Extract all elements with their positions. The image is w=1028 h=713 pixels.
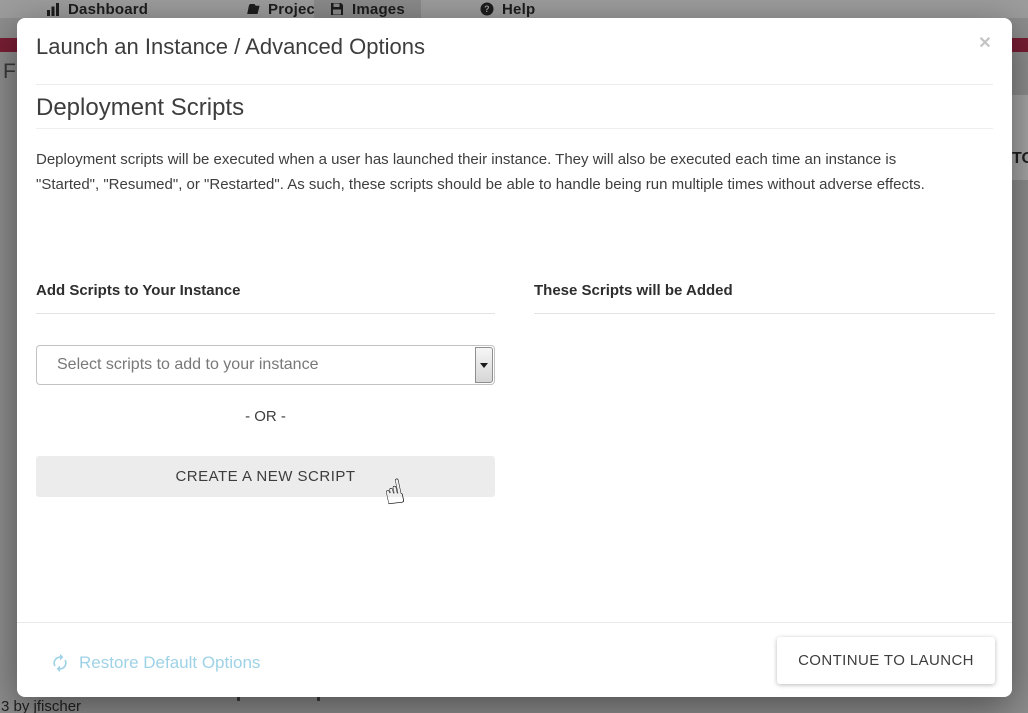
background-partial-text-bottom: 3 by jfischer bbox=[1, 698, 81, 713]
nav-label: Images bbox=[352, 1, 405, 18]
background-partial-text-right: TO bbox=[1012, 150, 1028, 168]
nav-label: Dashboard bbox=[68, 1, 148, 18]
or-separator: - OR - bbox=[36, 408, 495, 425]
top-nav: Dashboard Projects Images ? Help bbox=[0, 0, 1028, 18]
floppy-disk-icon bbox=[330, 2, 344, 16]
nav-item-dashboard[interactable]: Dashboard bbox=[46, 0, 148, 18]
nav-label: Help bbox=[502, 1, 535, 18]
continue-to-launch-button[interactable]: CONTINUE TO LAUNCH bbox=[777, 637, 995, 684]
added-scripts-column-header: These Scripts will be Added bbox=[534, 282, 995, 314]
refresh-icon bbox=[50, 653, 70, 673]
footer-divider bbox=[17, 622, 1012, 623]
bar-chart-icon bbox=[46, 2, 60, 16]
restore-default-options-button[interactable]: Restore Default Options bbox=[50, 650, 260, 676]
create-new-script-button[interactable]: CREATE A NEW SCRIPT bbox=[36, 456, 495, 497]
nav-item-help[interactable]: ? Help bbox=[480, 0, 535, 18]
section-description: Deployment scripts will be executed when… bbox=[36, 147, 926, 197]
scripts-select[interactable]: Select scripts to add to your instance bbox=[36, 345, 495, 385]
section-heading: Deployment Scripts bbox=[36, 94, 244, 122]
nav-item-images[interactable]: Images bbox=[314, 0, 421, 18]
close-icon[interactable]: ✕ bbox=[973, 31, 997, 55]
scripts-select-placeholder: Select scripts to add to your instance bbox=[37, 356, 318, 374]
chevron-down-icon[interactable] bbox=[475, 347, 493, 383]
background-partial-text-left: F bbox=[3, 60, 16, 84]
section-heading-underline bbox=[36, 128, 993, 129]
svg-text:?: ? bbox=[484, 4, 490, 14]
folder-icon bbox=[246, 2, 260, 16]
header-divider bbox=[36, 84, 993, 85]
modal-title: Launch an Instance / Advanced Options bbox=[36, 34, 425, 60]
advanced-options-modal: Launch an Instance / Advanced Options ✕ … bbox=[17, 18, 1012, 697]
add-scripts-column-header: Add Scripts to Your Instance bbox=[36, 282, 495, 314]
restore-default-options-label: Restore Default Options bbox=[79, 653, 260, 673]
help-circle-icon: ? bbox=[480, 2, 494, 16]
